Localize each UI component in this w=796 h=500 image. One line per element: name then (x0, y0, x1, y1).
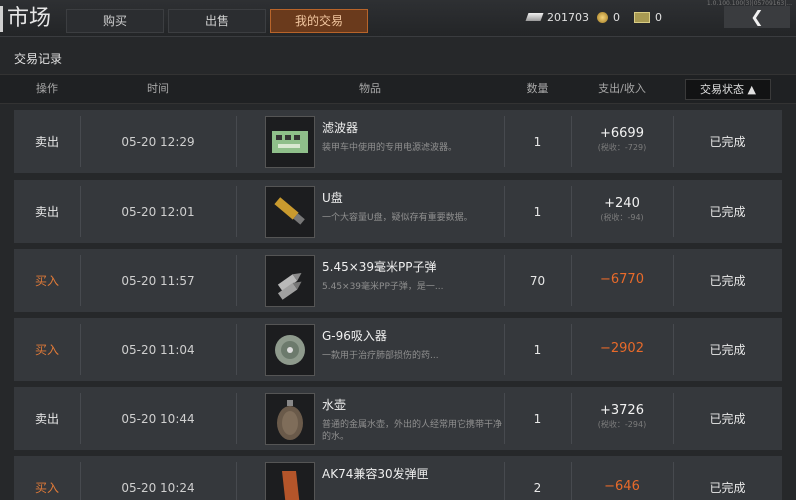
row-item-desc: 普通的金属水壶，外出的人经常用它携带干净的水。 (322, 420, 502, 442)
table-row[interactable]: 买入 05-20 11:57 5.45×39毫米PP子弹 5.45×39毫米PP… (14, 249, 782, 312)
gold-amount: 0 (613, 10, 620, 24)
row-op: 买入 (34, 481, 59, 495)
row-time: 05-20 12:01 (121, 204, 195, 219)
row-amount: +240 (税收：-94) (571, 180, 673, 243)
row-op: 卖出 (34, 205, 59, 219)
row-amount-value: +6699 (600, 126, 644, 141)
row-amount: −6770 (571, 249, 673, 312)
row-item-name: U盘 (322, 191, 343, 205)
tab-my-trades[interactable]: 我的交易 (270, 9, 368, 33)
divider (236, 255, 237, 306)
divider (236, 324, 237, 375)
col-amount: 支出/收入 (598, 82, 646, 95)
col-op: 操作 (36, 82, 58, 95)
row-amount-value: −2902 (600, 341, 644, 356)
row-item-desc: 5.45×39毫米PP子弹，是一... (322, 282, 444, 292)
row-item-name: AK74兼容30发弹匣 (322, 467, 429, 481)
row-amount-value: −646 (604, 479, 640, 494)
row-fee: (税收：-294) (597, 420, 647, 429)
row-item-desc: 一款用于治疗肺部损伤的药... (322, 351, 439, 361)
usb-drive-icon (265, 186, 315, 238)
inhaler-icon (265, 324, 315, 376)
row-item-desc: 装甲车中使用的专用电源滤波器。 (322, 143, 458, 153)
bullet-icon (265, 255, 315, 307)
currency-gold: 0 (597, 8, 620, 26)
table-row[interactable]: 卖出 05-20 12:01 U盘 一个大容量U盘，疑似存有重要数据。 1 +2… (14, 180, 782, 243)
canteen-icon (265, 393, 315, 445)
currency-banknote: 0 (634, 8, 662, 26)
row-fee: (税收：-729) (597, 143, 647, 152)
row-item-name: G-96吸入器 (322, 329, 387, 343)
row-amount: +3726 (税收：-294) (571, 387, 673, 450)
row-status: 已完成 (709, 135, 746, 149)
section-title: 交易记录 (14, 52, 63, 66)
row-item-name: 滤波器 (322, 121, 359, 135)
row-status: 已完成 (709, 481, 746, 495)
row-item-name: 5.45×39毫米PP子弹 (322, 260, 437, 274)
table-header: 操作 时间 物品 数量 支出/收入 交易状态 ▲ (0, 74, 796, 104)
divider (236, 116, 237, 167)
silver-amount: 201703 (547, 10, 589, 24)
chevron-up-icon: ▲ (747, 83, 756, 96)
row-status: 已完成 (709, 205, 746, 219)
row-item-desc: 一个大容量U盘，疑似存有重要数据。 (322, 213, 473, 223)
row-status: 已完成 (709, 274, 746, 288)
banknote-icon (634, 11, 650, 23)
row-qty: 1 (533, 204, 542, 219)
row-time: 05-20 11:57 (121, 273, 195, 288)
col-item: 物品 (359, 82, 381, 95)
divider (236, 462, 237, 500)
tab-sell[interactable]: 出售 (168, 9, 266, 33)
row-fee: (税收：-94) (600, 213, 644, 222)
silver-bar-icon (525, 13, 544, 21)
table-row[interactable]: 卖出 05-20 12:29 滤波器 装甲车中使用的专用电源滤波器。 1 +66… (14, 110, 782, 173)
row-time: 05-20 10:44 (121, 411, 195, 426)
row-op: 卖出 (34, 135, 59, 149)
col-qty: 数量 (526, 82, 549, 95)
circuit-board-icon (265, 116, 315, 168)
col-time: 时间 (147, 82, 169, 95)
row-qty: 2 (533, 480, 542, 495)
back-button[interactable]: ❮ (724, 6, 790, 28)
table-row[interactable]: 买入 05-20 11:04 G-96吸入器 一款用于治疗肺部损伤的药... 1… (14, 318, 782, 381)
divider (236, 186, 237, 237)
table-row[interactable]: 卖出 05-20 10:44 水壶 普通的金属水壶，外出的人经常用它携带干净的水… (14, 387, 782, 450)
divider (236, 393, 237, 444)
tab-bar: 购买 出售 我的交易 (66, 9, 372, 33)
currency-silver: 201703 (525, 8, 589, 26)
table-row[interactable]: 买入 05-20 10:24 AK74兼容30发弹匣 2 −646 已完成 (14, 456, 782, 500)
row-amount-value: +240 (604, 196, 640, 211)
magazine-icon (265, 462, 315, 500)
row-amount-value: −6770 (600, 272, 644, 287)
row-qty: 1 (533, 134, 542, 149)
row-amount: +6699 (税收：-729) (571, 110, 673, 173)
row-time: 05-20 10:24 (121, 480, 195, 495)
row-qty: 1 (533, 342, 542, 357)
row-status: 已完成 (709, 343, 746, 357)
row-amount-value: +3726 (600, 403, 644, 418)
row-time: 05-20 12:29 (121, 134, 195, 149)
gold-coin-icon (597, 11, 608, 23)
row-amount: −2902 (571, 318, 673, 381)
page-title: 市场 (0, 6, 51, 32)
row-amount: −646 (571, 456, 673, 500)
status-filter-dropdown[interactable]: 交易状态 ▲ (685, 79, 771, 100)
banknote-amount: 0 (655, 10, 662, 24)
row-item-name: 水壶 (322, 398, 347, 412)
row-status: 已完成 (709, 412, 746, 426)
row-op: 买入 (34, 274, 59, 288)
row-time: 05-20 11:04 (121, 342, 195, 357)
row-op: 卖出 (34, 412, 59, 426)
top-bar: 市场 购买 出售 我的交易 201703 0 0 1.0.100.100(3)|… (0, 0, 796, 37)
row-qty: 70 (529, 273, 546, 288)
tab-buy[interactable]: 购买 (66, 9, 164, 33)
row-op: 买入 (34, 343, 59, 357)
row-qty: 1 (533, 411, 542, 426)
back-arrow-icon: ❮ (750, 7, 764, 26)
status-filter-label: 交易状态 (700, 83, 745, 96)
